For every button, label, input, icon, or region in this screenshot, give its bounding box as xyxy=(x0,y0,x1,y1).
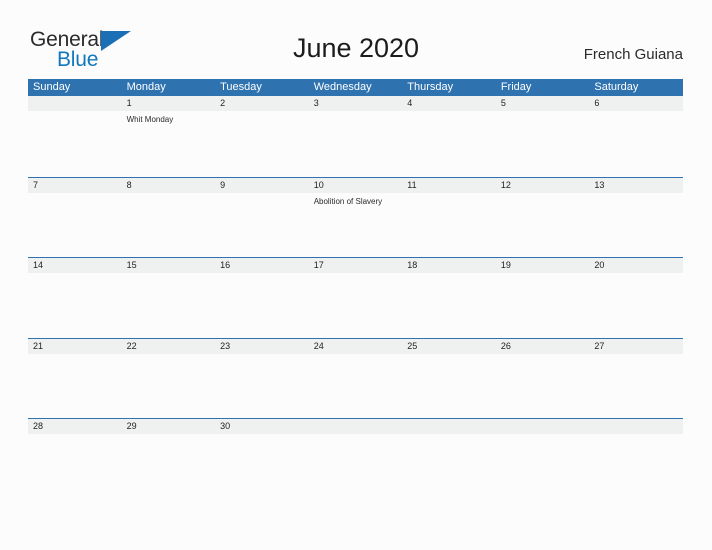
day-event xyxy=(402,434,496,499)
day-number[interactable]: 6 xyxy=(589,96,683,111)
day-event xyxy=(496,193,590,258)
day-event xyxy=(309,111,403,176)
day-event xyxy=(215,273,309,338)
day-event xyxy=(215,354,309,419)
page-header: General Blue June 2020 French Guiana xyxy=(0,0,712,78)
day-event xyxy=(496,111,590,176)
day-number[interactable] xyxy=(589,419,683,434)
week-event-band: Whit Monday xyxy=(28,111,683,176)
weekday-header-row: Sunday Monday Tuesday Wednesday Thursday… xyxy=(28,79,683,96)
day-event xyxy=(122,434,216,499)
day-event xyxy=(589,434,683,499)
locale-label: French Guiana xyxy=(583,46,683,63)
weekday-header-tuesday: Tuesday xyxy=(220,81,262,93)
day-number[interactable]: 3 xyxy=(309,96,403,111)
calendar-week-row: 14 15 16 17 18 19 20 xyxy=(28,257,683,338)
day-number[interactable]: 5 xyxy=(496,96,590,111)
day-number[interactable]: 9 xyxy=(215,178,309,193)
day-number[interactable]: 8 xyxy=(122,178,216,193)
day-event xyxy=(28,111,122,176)
day-number[interactable]: 29 xyxy=(122,419,216,434)
day-event xyxy=(28,434,122,499)
week-date-band: 1 2 3 4 5 6 xyxy=(28,96,683,111)
day-number[interactable] xyxy=(402,419,496,434)
week-event-band xyxy=(28,354,683,419)
day-number[interactable]: 12 xyxy=(496,178,590,193)
day-number[interactable]: 10 xyxy=(309,178,403,193)
day-number[interactable] xyxy=(496,419,590,434)
day-event xyxy=(402,354,496,419)
day-number[interactable]: 30 xyxy=(215,419,309,434)
day-number[interactable]: 26 xyxy=(496,339,590,354)
day-event xyxy=(589,111,683,176)
week-date-band: 7 8 9 10 11 12 13 xyxy=(28,177,683,193)
week-event-band: Abolition of Slavery xyxy=(28,193,683,258)
weekday-header-wednesday: Wednesday xyxy=(313,81,372,93)
day-event xyxy=(496,434,590,499)
calendar-week-row: 28 29 30 xyxy=(28,418,683,499)
day-event xyxy=(589,354,683,419)
day-event xyxy=(215,193,309,258)
day-event xyxy=(28,273,122,338)
day-event xyxy=(309,273,403,338)
calendar-week-row: 1 2 3 4 5 6 Whit Monday xyxy=(28,96,683,177)
day-number[interactable]: 25 xyxy=(402,339,496,354)
day-number[interactable] xyxy=(28,96,122,111)
day-event xyxy=(309,434,403,499)
day-event xyxy=(496,354,590,419)
day-number[interactable]: 16 xyxy=(215,258,309,273)
calendar-week-row: 7 8 9 10 11 12 13 Abolition of Slavery xyxy=(28,176,683,258)
day-event xyxy=(28,354,122,419)
day-number[interactable]: 11 xyxy=(402,178,496,193)
day-number[interactable]: 1 xyxy=(122,96,216,111)
day-event xyxy=(215,111,309,176)
day-event xyxy=(402,273,496,338)
day-event xyxy=(589,193,683,258)
day-number[interactable]: 28 xyxy=(28,419,122,434)
calendar-grid: Sunday Monday Tuesday Wednesday Thursday… xyxy=(28,79,683,499)
day-event xyxy=(309,354,403,419)
day-event xyxy=(28,193,122,258)
weekday-header-monday: Monday xyxy=(126,81,166,93)
day-number[interactable]: 22 xyxy=(122,339,216,354)
day-number[interactable]: 20 xyxy=(589,258,683,273)
day-event xyxy=(402,111,496,176)
day-number[interactable]: 15 xyxy=(122,258,216,273)
day-number[interactable]: 27 xyxy=(589,339,683,354)
week-date-band: 28 29 30 xyxy=(28,419,683,434)
day-event xyxy=(122,193,216,258)
day-event xyxy=(496,273,590,338)
week-date-band: 21 22 23 24 25 26 27 xyxy=(28,338,683,354)
day-event xyxy=(402,193,496,258)
week-event-band xyxy=(28,434,683,499)
day-number[interactable]: 2 xyxy=(215,96,309,111)
day-number[interactable]: 14 xyxy=(28,258,122,273)
day-event xyxy=(215,434,309,499)
day-event xyxy=(122,354,216,419)
weekday-header-sunday: Sunday xyxy=(33,81,71,93)
day-number[interactable]: 19 xyxy=(496,258,590,273)
day-number[interactable]: 7 xyxy=(28,178,122,193)
day-event xyxy=(589,273,683,338)
week-event-band xyxy=(28,273,683,338)
week-date-band: 14 15 16 17 18 19 20 xyxy=(28,258,683,273)
day-number[interactable]: 24 xyxy=(309,339,403,354)
day-event: Abolition of Slavery xyxy=(313,196,383,206)
day-number[interactable]: 18 xyxy=(402,258,496,273)
calendar-week-row: 21 22 23 24 25 26 27 xyxy=(28,337,683,419)
day-number[interactable]: 13 xyxy=(589,178,683,193)
day-number[interactable] xyxy=(309,419,403,434)
day-number[interactable]: 17 xyxy=(309,258,403,273)
day-number[interactable]: 23 xyxy=(215,339,309,354)
day-event xyxy=(122,273,216,338)
day-event: Whit Monday xyxy=(126,115,174,124)
weekday-header-thursday: Thursday xyxy=(407,81,454,93)
weekday-header-friday: Friday xyxy=(500,81,532,93)
day-number[interactable]: 21 xyxy=(28,339,122,354)
day-number[interactable]: 4 xyxy=(402,96,496,111)
weekday-header-saturday: Saturday xyxy=(594,81,639,93)
